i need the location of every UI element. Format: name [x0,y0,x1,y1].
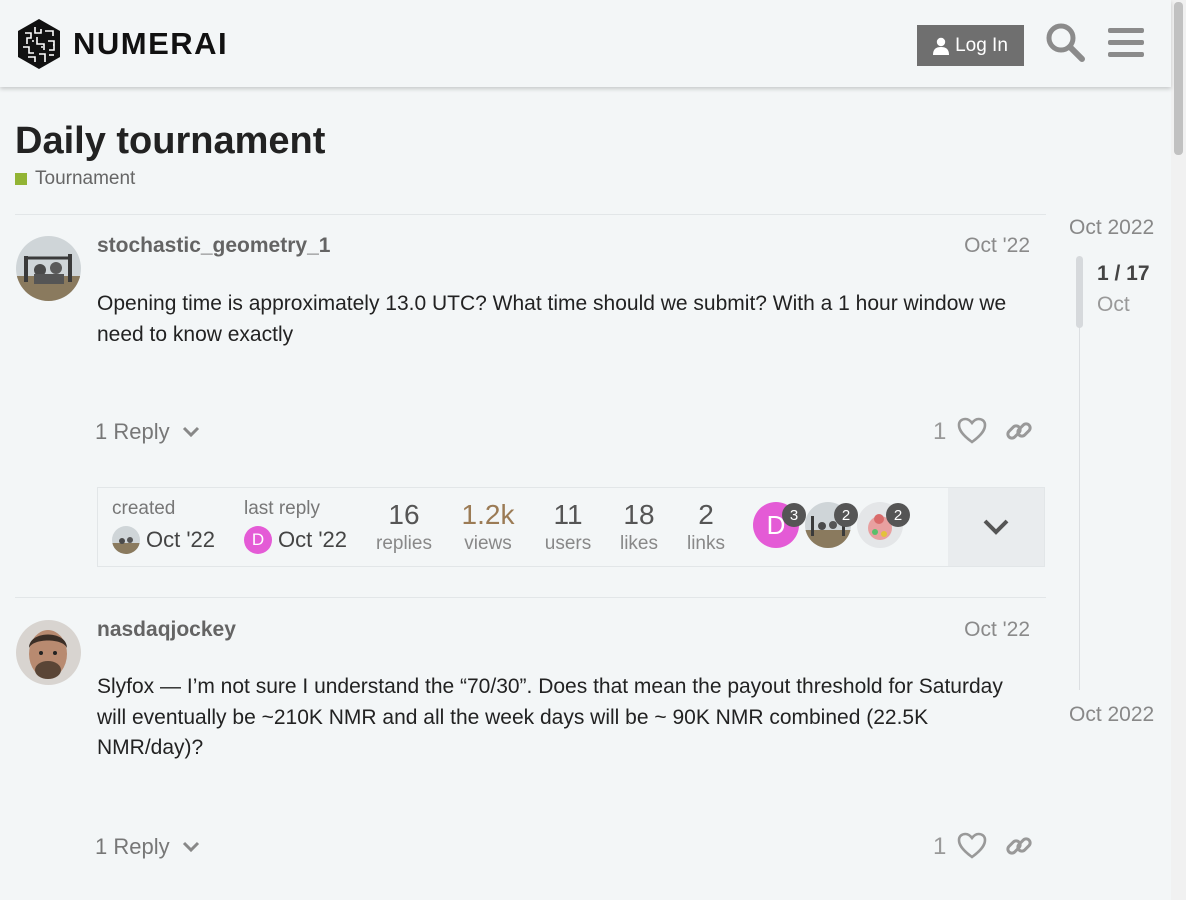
hamburger-menu-icon[interactable] [1105,21,1147,63]
stat-likes: 18 likes [616,499,662,555]
stat-replies: 16 replies [376,499,432,555]
stat-value: 18 [623,499,655,530]
topic-map: created Oct '22 last reply D Oct '22 16 … [97,487,1045,567]
reply-count-label: 1 Reply [95,834,170,859]
post-body: Opening time is approximately 13.0 UTC? … [97,292,1007,346]
post-username[interactable]: stochastic_geometry_1 [97,234,330,258]
heart-icon[interactable] [957,417,987,445]
stat-label: likes [619,533,658,554]
reply-count-label: 1 Reply [95,419,170,444]
brand-name: NUMERAI [73,26,229,61]
post-date[interactable]: Oct '22 [964,618,1030,642]
post-date[interactable]: Oct '22 [964,234,1030,258]
stat-label: views [464,533,512,554]
like-count[interactable]: 1 [933,418,946,446]
stat-value: 1.2k [461,499,515,530]
timeline-scroll-handle[interactable] [1076,256,1083,328]
avatar-photo [112,526,140,554]
participant-post-count: 3 [782,503,806,527]
chevron-down-icon [182,841,199,853]
timeline-start-date[interactable]: Oct 2022 [1069,216,1154,240]
post-username[interactable]: nasdaqjockey [97,618,236,642]
category-badge[interactable]: Tournament [15,168,135,190]
last-reply-label: last reply [244,498,321,519]
link-icon[interactable] [1005,417,1033,445]
site-header: NUMERAI Log In [0,0,1171,87]
avatar[interactable]: D [244,526,272,554]
stat-links[interactable]: 2 links [684,499,728,555]
created-label: created [112,498,176,519]
stat-value: 11 [553,499,583,530]
post-divider [15,597,1046,598]
category-color-swatch [15,173,27,185]
scrollbar-thumb[interactable] [1174,2,1183,155]
timeline-end-date[interactable]: Oct 2022 [1069,703,1154,727]
timeline-position-date: Oct [1097,293,1130,316]
last-reply-date: Oct '22 [278,527,348,552]
link-icon[interactable] [1005,832,1033,860]
numerai-logo[interactable]: NUMERAI [15,17,228,71]
topic-title[interactable]: Daily tournament [15,120,325,163]
page-scrollbar[interactable] [1171,0,1186,900]
post-divider [15,214,1046,215]
numerai-logo-icon [18,19,60,69]
post-body: Slyfox — I’m not sure I understand the “… [97,675,1003,759]
heart-icon[interactable] [957,832,987,860]
avatar[interactable] [16,236,81,301]
created-info: created Oct '22 [112,498,215,554]
stat-label: users [544,533,592,554]
show-replies-button[interactable]: 1 Reply [95,419,200,445]
stat-users: 11 users [542,499,594,555]
stat-label: links [686,533,725,554]
stat-label: replies [376,533,432,554]
timeline-position: 1 / 17 [1097,262,1150,285]
chevron-down-icon [182,426,199,438]
user-icon [933,37,950,55]
search-icon[interactable] [1044,21,1086,63]
category-name: Tournament [35,168,136,189]
login-label: Log In [955,34,1008,56]
avatar-photo [16,236,81,301]
avatar[interactable] [16,620,81,685]
participant-post-count: 2 [886,503,910,527]
participant-post-count: 2 [834,503,858,527]
stat-value: 16 [388,499,420,530]
chevron-down-icon [983,519,1009,535]
avatar-photo [16,620,81,685]
last-reply-info: last reply D Oct '22 [244,498,347,554]
created-date: Oct '22 [146,527,216,552]
like-count[interactable]: 1 [933,833,946,861]
stat-value: 2 [698,499,714,530]
show-replies-button[interactable]: 1 Reply [95,834,200,860]
login-button[interactable]: Log In [917,25,1024,66]
avatar[interactable] [112,526,140,554]
expand-topic-map-button[interactable] [948,488,1044,566]
stat-views: 1.2k views [458,499,518,555]
